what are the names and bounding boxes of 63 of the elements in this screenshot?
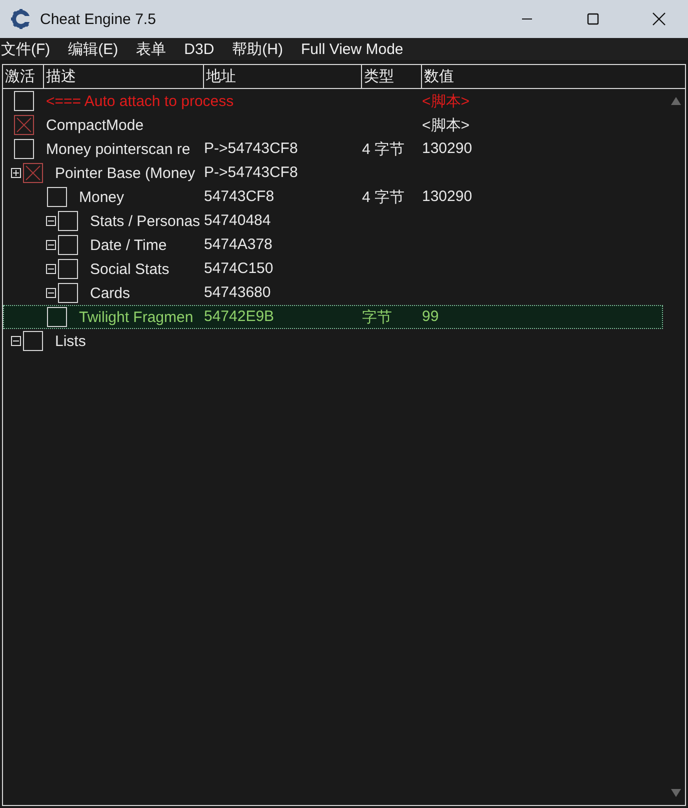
address-text: 5474A378: [204, 236, 272, 253]
description-text: Date / Time: [90, 236, 167, 254]
address-text: P->54743CF8: [204, 164, 298, 181]
description-text: Stats / Personas: [90, 212, 200, 230]
column-header[interactable]: 数值: [421, 65, 685, 88]
description-text: Money: [79, 188, 124, 206]
window-title: Cheat Engine 7.5: [40, 10, 157, 28]
collapse-icon[interactable]: [46, 216, 56, 226]
type-text: 字节: [362, 308, 392, 326]
menu-item[interactable]: D3D: [184, 40, 214, 58]
table-row[interactable]: Lists: [3, 329, 663, 353]
table-row[interactable]: <=== Auto attach to process <脚本>: [3, 89, 663, 113]
menu-item[interactable]: 文件(F): [1, 40, 50, 58]
address-text: 54743680: [204, 284, 271, 301]
address-text: P->54743CF8: [204, 140, 298, 157]
menu-item[interactable]: 帮助(H): [232, 40, 283, 58]
active-checkbox[interactable]: [23, 163, 43, 183]
description-text: <=== Auto attach to process: [46, 92, 234, 110]
value-text: 130290: [422, 188, 472, 205]
description-text: Social Stats: [90, 260, 170, 278]
gear-icon: [10, 8, 32, 30]
table-row[interactable]: CompactMode <脚本>: [3, 113, 663, 137]
value-text: 130290: [422, 140, 472, 157]
active-checkbox[interactable]: [14, 115, 34, 135]
collapse-icon[interactable]: [11, 336, 21, 346]
collapse-icon[interactable]: [46, 240, 56, 250]
collapse-icon[interactable]: [46, 264, 56, 274]
menu-item[interactable]: 编辑(E): [68, 40, 118, 58]
table-row[interactable]: Twilight Fragmen 54742E9B 字节 99: [3, 305, 663, 329]
type-text: 4 字节: [362, 188, 405, 206]
value-text: 99: [422, 308, 439, 325]
type-text: 4 字节: [362, 140, 405, 158]
value-text: <脚本>: [422, 92, 470, 110]
description-text: Twilight Fragmen: [79, 308, 194, 326]
description-text: Money pointerscan re: [46, 140, 190, 158]
column-header[interactable]: 类型: [361, 65, 421, 88]
value-text: <脚本>: [422, 116, 470, 134]
maximize-icon[interactable]: [587, 13, 599, 25]
description-text: CompactMode: [46, 116, 144, 134]
close-icon[interactable]: [652, 12, 666, 26]
table-row[interactable]: Date / Time 5474A378: [3, 233, 663, 257]
menu-item[interactable]: Full View Mode: [301, 40, 404, 58]
collapse-icon[interactable]: [46, 288, 56, 298]
address-text: 54743CF8: [204, 188, 274, 205]
address-text: 54742E9B: [204, 308, 274, 325]
description-text: Lists: [55, 332, 86, 350]
description-text: Pointer Base (Money: [55, 164, 196, 182]
table-row[interactable]: Stats / Personas 54740484: [3, 209, 663, 233]
description-text: Cards: [90, 284, 130, 302]
address-text: 5474C150: [204, 260, 274, 277]
column-header[interactable]: 激活: [3, 65, 43, 88]
table-row[interactable]: Money pointerscan re P->54743CF8 4 字节 130290: [3, 137, 663, 161]
expand-icon[interactable]: [11, 168, 21, 178]
column-header[interactable]: 描述: [43, 65, 203, 88]
scroll-up-icon[interactable]: [671, 97, 681, 105]
table-row[interactable]: Social Stats 5474C150: [3, 257, 663, 281]
table-row[interactable]: Pointer Base (Money P->54743CF8: [3, 161, 663, 185]
column-header[interactable]: 地址: [203, 65, 361, 88]
table-row[interactable]: Cards 54743680: [3, 281, 663, 305]
scroll-down-icon[interactable]: [671, 789, 681, 797]
table-row[interactable]: Money 54743CF8 4 字节 130290: [3, 185, 663, 209]
address-text: 54740484: [204, 212, 271, 229]
menu-item[interactable]: 表单: [136, 40, 166, 58]
